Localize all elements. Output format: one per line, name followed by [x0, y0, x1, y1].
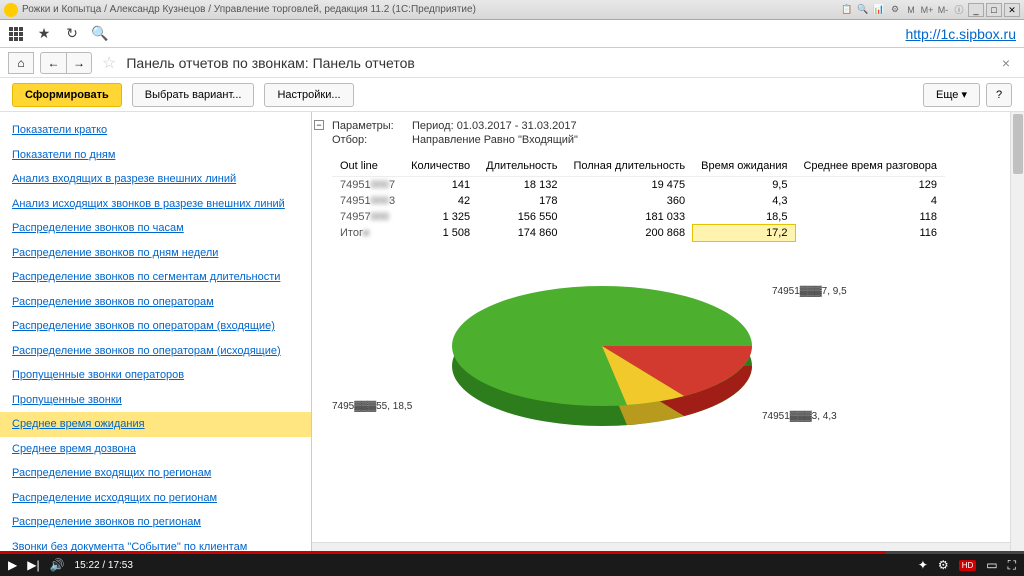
close-button[interactable]: ✕ — [1004, 3, 1020, 17]
page-title: Панель отчетов по звонкам: Панель отчето… — [126, 55, 414, 71]
home-button[interactable]: ⌂ — [8, 52, 34, 74]
sidebar-item[interactable]: Среднее время дозвона — [0, 437, 311, 462]
calc-mminus[interactable]: M- — [936, 3, 950, 17]
maximize-button[interactable]: □ — [986, 3, 1002, 17]
collapse-handle[interactable]: − — [314, 120, 324, 130]
settings-button[interactable]: Настройки... — [264, 83, 353, 107]
sidebar-item[interactable]: Анализ исходящих звонков в разрезе внешн… — [0, 192, 311, 217]
report-list-sidebar[interactable]: Показатели краткоПоказатели по днямАнали… — [0, 112, 312, 554]
fullscreen-icon[interactable]: ⛶ — [1008, 558, 1016, 573]
calc-m[interactable]: M — [904, 3, 918, 17]
page-close-button[interactable]: × — [996, 55, 1016, 71]
app-toolbar: ★ ↻ 🔍 http://1c.sipbox.ru — [0, 20, 1024, 48]
next-button[interactable]: ▶| — [27, 558, 39, 572]
forward-button[interactable]: → — [66, 52, 92, 74]
action-bar: Сформировать Выбрать вариант... Настройк… — [0, 78, 1024, 112]
history-icon[interactable]: ↻ — [64, 26, 80, 42]
report-parameters: Параметры:Период: 01.03.2017 - 31.03.201… — [332, 120, 1004, 146]
window-titlebar: Рожки и Копытца / Александр Кузнецов / У… — [0, 0, 1024, 20]
table-header: Полная длительность — [565, 156, 693, 177]
report-table: Out lineКоличествоДлительностьПолная дли… — [332, 156, 945, 241]
calc-mplus[interactable]: M+ — [920, 3, 934, 17]
pie-label: 74951▓▓▓7, 9,5 — [772, 286, 847, 297]
sidebar-item[interactable]: Анализ входящих в разрезе внешних линий — [0, 167, 311, 192]
sidebar-item[interactable]: Показатели по дням — [0, 143, 311, 168]
play-button[interactable]: ▶ — [8, 558, 17, 572]
external-link[interactable]: http://1c.sipbox.ru — [905, 26, 1016, 42]
table-row: 749570001 325156 550181 03318,5118 — [332, 209, 945, 225]
table-header: Среднее время разговора — [795, 156, 945, 177]
table-header: Длительность — [478, 156, 565, 177]
sidebar-item[interactable]: Распределение звонков по дням недели — [0, 241, 311, 266]
breadcrumb: ⌂ ← → ☆ Панель отчетов по звонкам: Панел… — [0, 48, 1024, 78]
pie-label: 7495▓▓▓55, 18,5 — [332, 401, 412, 412]
more-button[interactable]: Еще ▾ — [923, 83, 980, 107]
table-row: 749510003421783604,34 — [332, 193, 945, 209]
settings-icon[interactable]: ⚙ — [938, 558, 949, 572]
sidebar-item[interactable]: Пропущенные звонки — [0, 388, 311, 413]
sidebar-item[interactable]: Распределение исходящих по регионам — [0, 486, 311, 511]
video-time: 15:22 / 17:53 — [75, 560, 133, 571]
content-area: Показатели краткоПоказатели по днямАнали… — [0, 112, 1024, 554]
sidebar-item[interactable]: Распределение звонков по часам — [0, 216, 311, 241]
select-variant-button[interactable]: Выбрать вариант... — [132, 83, 255, 107]
minimize-button[interactable]: _ — [968, 3, 984, 17]
pie-label: 74951▓▓▓3, 4,3 — [762, 411, 837, 422]
table-header: Время ожидания — [693, 156, 795, 177]
back-button[interactable]: ← — [40, 52, 66, 74]
report-panel: − Параметры:Период: 01.03.2017 - 31.03.2… — [312, 112, 1024, 554]
toolbar-mini-icon[interactable]: 🔍 — [856, 3, 870, 17]
toolbar-mini-icon[interactable]: 📋 — [840, 3, 854, 17]
sidebar-item[interactable]: Распределение входящих по регионам — [0, 461, 311, 486]
search-icon[interactable]: 🔍 — [92, 26, 108, 42]
volume-icon[interactable]: 🔊 — [50, 558, 65, 572]
video-controls: ▶ ▶| 🔊 15:22 / 17:53 ✦ ⚙ HD ▭ ⛶ — [0, 554, 1024, 576]
table-header: Количество — [403, 156, 478, 177]
favorite-icon[interactable]: ★ — [36, 26, 52, 42]
table-total-row: Итоги1 508174 860200 86817,2116 — [332, 225, 945, 241]
vertical-scrollbar[interactable] — [1010, 112, 1024, 554]
sidebar-item[interactable]: Пропущенные звонки операторов — [0, 363, 311, 388]
toolbar-mini-icon[interactable]: 📊 — [872, 3, 886, 17]
toolbar-mini-icon[interactable]: ⚙ — [888, 3, 902, 17]
bookmark-star-icon[interactable]: ☆ — [102, 53, 116, 73]
sidebar-item[interactable]: Распределение звонков по регионам — [0, 510, 311, 535]
window-title: Рожки и Копытца / Александр Кузнецов / У… — [22, 4, 840, 15]
sidebar-item[interactable]: Показатели кратко — [0, 118, 311, 143]
sidebar-item[interactable]: Распределение звонков по сегментам длите… — [0, 265, 311, 290]
sidebar-item[interactable]: Распределение звонков по операторам — [0, 290, 311, 315]
table-row: 74951000714118 13219 4759,5129 — [332, 177, 945, 194]
sidebar-item[interactable]: Среднее время ожидания — [0, 412, 311, 437]
sidebar-item[interactable]: Распределение звонков по операторам (вхо… — [0, 314, 311, 339]
help-button[interactable]: ? — [986, 83, 1012, 107]
table-header: Out line — [332, 156, 403, 177]
subtitles-icon[interactable]: ✦ — [918, 558, 928, 572]
theater-icon[interactable]: ▭ — [986, 558, 997, 572]
hd-icon[interactable]: HD — [959, 560, 977, 571]
app-icon — [4, 3, 18, 17]
pie-chart: 7495▓▓▓55, 18,5 74951▓▓▓7, 9,5 74951▓▓▓3… — [332, 261, 1004, 461]
info-icon[interactable]: ⓘ — [952, 3, 966, 17]
apps-grid-icon[interactable] — [8, 26, 24, 42]
sidebar-item[interactable]: Распределение звонков по операторам (исх… — [0, 339, 311, 364]
generate-button[interactable]: Сформировать — [12, 83, 122, 107]
